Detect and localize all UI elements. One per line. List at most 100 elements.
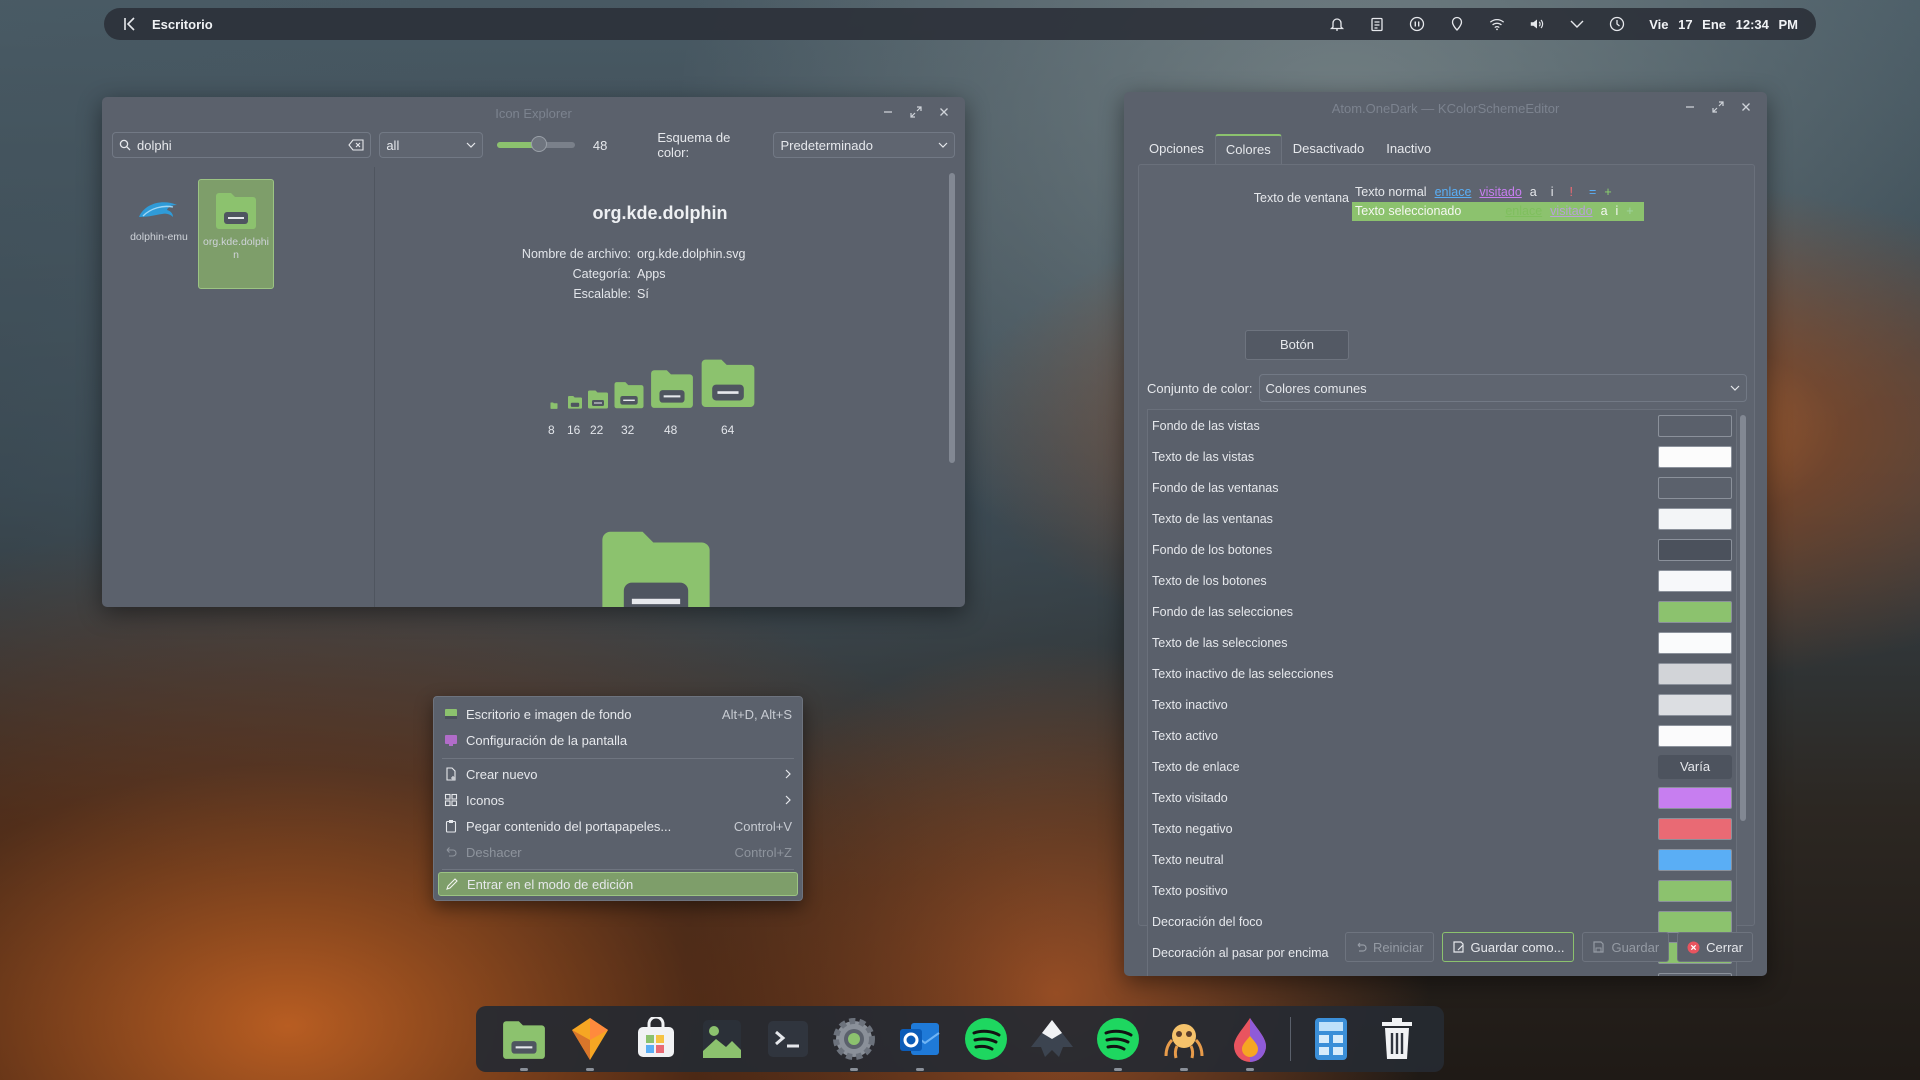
save-as-button-label: Guardar como...: [1470, 939, 1565, 955]
size-value: 48: [592, 137, 608, 153]
color-swatch-button[interactable]: [1658, 569, 1732, 592]
image-viewer-icon[interactable]: [696, 1013, 748, 1065]
outlook-icon[interactable]: [894, 1013, 946, 1071]
spyder-icon[interactable]: [1158, 1013, 1210, 1071]
color-swatch-button[interactable]: [1658, 817, 1732, 840]
size-slider-handle[interactable]: [531, 136, 548, 152]
color-swatch-button[interactable]: [1658, 879, 1732, 902]
color-role-label: Fondo de los botones: [1152, 542, 1273, 557]
folder-icon: [550, 402, 558, 409]
tab-colores[interactable]: Colores: [1214, 134, 1282, 164]
tab-desactivado[interactable]: Desactivado: [1282, 134, 1376, 163]
menu-item-paste[interactable]: Pegar contenido del portapapeles... Cont…: [438, 814, 798, 838]
media-pause-icon[interactable]: [1409, 16, 1425, 32]
color-swatch-button[interactable]: [1658, 972, 1732, 976]
menu-item-label: Deshacer: [466, 844, 522, 860]
trash-icon[interactable]: [1371, 1013, 1423, 1065]
icon-explorer-titlebar[interactable]: Icon Explorer: [102, 97, 965, 129]
preview-button[interactable]: Botón: [1245, 330, 1349, 360]
settings-icon[interactable]: [828, 1013, 880, 1071]
minimize-icon[interactable]: [1683, 100, 1697, 114]
color-swatch-button[interactable]: [1658, 910, 1732, 933]
icon-result-item[interactable]: dolphin-emu: [122, 181, 196, 243]
color-role-label: Decoración al pasar por encima: [1152, 945, 1329, 960]
desktop-context-menu: Escritorio e imagen de fondo Alt+D, Alt+…: [433, 696, 803, 901]
location-icon[interactable]: [1449, 16, 1465, 32]
category-filter-select[interactable]: all: [379, 132, 484, 158]
notifications-icon[interactable]: [1329, 16, 1345, 32]
chevron-down-icon: [466, 140, 476, 150]
spotify-icon[interactable]: [960, 1013, 1012, 1065]
color-set-select[interactable]: Colores comunes: [1258, 374, 1747, 402]
color-swatch-button[interactable]: [1658, 538, 1732, 561]
color-swatch-button[interactable]: [1658, 600, 1732, 623]
color-role-label: Texto de enlace: [1152, 759, 1240, 774]
color-picker-icon[interactable]: [1224, 1013, 1276, 1071]
menu-item-desktop-wallpaper[interactable]: Escritorio e imagen de fondo Alt+D, Alt+…: [438, 702, 798, 726]
search-icon: [119, 139, 131, 151]
color-varies-button[interactable]: Varía: [1658, 754, 1732, 779]
menu-item-icons[interactable]: Iconos: [438, 788, 798, 812]
size-slider[interactable]: [497, 136, 575, 152]
chevron-right-icon: [784, 795, 792, 805]
save-as-button[interactable]: Guardar como...: [1441, 932, 1575, 962]
maximize-icon[interactable]: [909, 105, 923, 119]
color-swatch-button[interactable]: [1658, 786, 1732, 809]
color-role-label: Texto inactivo de las selecciones: [1152, 666, 1334, 681]
menu-item-edit-mode[interactable]: Entrar en el modo de edición: [438, 872, 798, 896]
close-icon[interactable]: [1739, 100, 1753, 114]
color-swatch-button[interactable]: [1658, 507, 1732, 530]
color-list-scrollbar[interactable]: [1740, 415, 1746, 821]
save-button[interactable]: Guardar: [1582, 932, 1670, 962]
color-swatch-button[interactable]: [1658, 414, 1732, 437]
minimize-icon[interactable]: [881, 105, 895, 119]
color-swatch-button[interactable]: [1658, 631, 1732, 654]
color-swatch-button[interactable]: [1658, 724, 1732, 747]
folder-icon: [649, 367, 695, 409]
color-scheme-select[interactable]: Predeterminado: [773, 132, 955, 158]
color-role-row: Texto de las selecciones: [1148, 627, 1736, 658]
store-icon[interactable]: [630, 1013, 682, 1065]
power-settings-icon[interactable]: [1609, 16, 1625, 32]
close-icon[interactable]: [937, 105, 951, 119]
clock[interactable]: Vie 17 Ene 12:34 PM: [1649, 17, 1798, 32]
preview-label: Texto de ventana: [1253, 191, 1349, 205]
calculator-icon[interactable]: [1305, 1013, 1357, 1065]
inkscape-icon[interactable]: [1026, 1013, 1078, 1065]
color-swatch-button[interactable]: [1658, 445, 1732, 468]
color-role-row: Texto inactivo de las selecciones: [1148, 658, 1736, 689]
volume-icon[interactable]: [1529, 16, 1545, 32]
maximize-icon[interactable]: [1711, 100, 1725, 114]
search-input[interactable]: dolphi: [112, 132, 372, 158]
icon-explorer-toolbar: dolphi all 48 Esquema de color: Predeter…: [102, 129, 965, 161]
folder-icon: [613, 380, 645, 409]
details-scrollbar[interactable]: [949, 173, 955, 463]
menu-item-display-config[interactable]: Configuración de la pantalla: [438, 728, 798, 752]
back-icon[interactable]: [122, 16, 138, 32]
close-button[interactable]: Cerrar: [1677, 932, 1753, 962]
color-set-value: Colores comunes: [1265, 380, 1367, 396]
clear-search-icon[interactable]: [348, 139, 364, 151]
icon-result-item-selected[interactable]: org.kde.dolphin: [198, 179, 274, 289]
menu-item-create-new[interactable]: Crear nuevo: [438, 762, 798, 786]
menu-item-undo[interactable]: Deshacer Control+Z: [438, 840, 798, 864]
icon-result-label: org.kde.dolphin: [203, 236, 269, 261]
dialog-buttons: Reiniciar Guardar como... Guardar Cerrar: [1344, 932, 1753, 962]
spotify-alt-icon[interactable]: [1092, 1013, 1144, 1071]
wifi-icon[interactable]: [1489, 16, 1505, 32]
chevron-down-icon[interactable]: [1569, 16, 1585, 32]
top-panel: Escritorio Vie 17 Ene 12:34 PM: [104, 8, 1816, 40]
color-scheme-editor-titlebar[interactable]: Atom.OneDark — KColorSchemeEditor: [1124, 92, 1767, 124]
color-swatch-button[interactable]: [1658, 693, 1732, 716]
terminal-icon[interactable]: [762, 1013, 814, 1065]
color-swatch-button[interactable]: [1658, 848, 1732, 871]
tab-inactivo[interactable]: Inactivo: [1375, 134, 1442, 163]
color-swatch-button[interactable]: [1658, 476, 1732, 499]
tab-opciones[interactable]: Opciones: [1138, 134, 1215, 163]
color-role-label: Texto de las vistas: [1152, 449, 1255, 464]
reset-button[interactable]: Reiniciar: [1344, 932, 1434, 962]
files-icon[interactable]: [498, 1013, 550, 1071]
sublime-icon[interactable]: [564, 1013, 616, 1071]
color-swatch-button[interactable]: [1658, 662, 1732, 685]
clipboard-icon[interactable]: [1369, 16, 1385, 32]
